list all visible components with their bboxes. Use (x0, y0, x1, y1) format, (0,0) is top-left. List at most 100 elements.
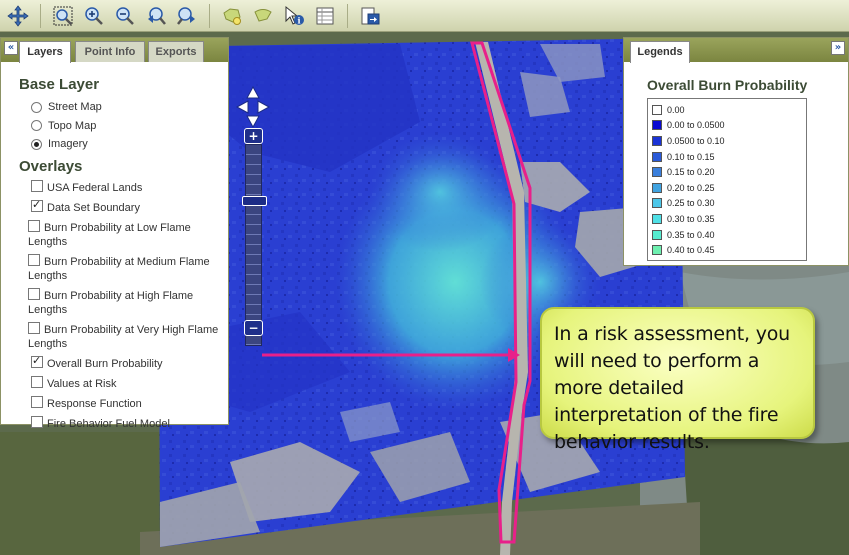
overlay-overall-burn-probability[interactable]: Overall Burn Probability (19, 354, 228, 371)
zoom-out-button[interactable]: − (244, 320, 263, 336)
radio-imagery[interactable] (31, 138, 42, 150)
pan-up-icon[interactable] (246, 86, 260, 100)
expand-panel-icon[interactable]: » (831, 41, 845, 55)
previous-extent-icon[interactable] (142, 3, 170, 29)
legend-label: 0.10 to 0.15 (667, 151, 715, 162)
zoom-out-icon[interactable] (111, 3, 139, 29)
tab-exports[interactable]: Exports (148, 41, 204, 62)
overlay-label: Burn Probability at Medium Flame Lengths (28, 255, 210, 282)
legend-item: 0.0500 to 0.10 (652, 133, 806, 149)
legend-label: 0.40 to 0.45 (667, 245, 715, 256)
overlay-checkbox[interactable] (28, 287, 40, 300)
tab-legends[interactable]: Legends (630, 41, 690, 63)
legend-label: 0.20 to 0.25 (667, 182, 715, 193)
zoom-in-icon[interactable] (80, 3, 108, 29)
legend-label: 0.25 to 0.30 (667, 198, 715, 209)
pan-down-icon[interactable] (246, 114, 260, 128)
legend-title: Overall Burn Probability (647, 77, 808, 93)
legend-swatch (652, 104, 662, 115)
overlay-burn-probability-medium[interactable]: Burn Probability at Medium Flame Lengths (19, 253, 228, 283)
overlay-label: USA Federal Lands (47, 181, 143, 194)
overlay-burn-probability-low[interactable]: Burn Probability at Low Flame Lengths (19, 219, 228, 249)
overlay-checkbox[interactable] (28, 321, 40, 334)
legend-swatch (652, 167, 662, 178)
overlay-usa-federal-lands[interactable]: USA Federal Lands (19, 179, 228, 195)
overlays-heading: Overlays (19, 157, 83, 175)
legend-swatch (652, 182, 662, 193)
legend-label: 0.30 to 0.35 (667, 213, 715, 224)
zoom-extent-icon[interactable] (49, 3, 77, 29)
draw-polygon-icon[interactable] (218, 3, 246, 29)
legend-item: 0.00 to 0.0500 (652, 118, 806, 134)
overlay-label: Burn Probability at High Flame Lengths (28, 289, 194, 316)
base-layer-street-map[interactable]: Street Map (19, 98, 228, 117)
legend-item: 0.15 to 0.20 (652, 164, 806, 180)
overlay-burn-probability-high[interactable]: Burn Probability at High Flame Lengths (19, 287, 228, 317)
overlay-values-at-risk[interactable]: Values at Risk (19, 375, 228, 391)
pan-left-icon[interactable] (236, 100, 250, 114)
legends-panel-tabbar: Legends » (624, 38, 848, 63)
overlay-checkbox[interactable] (28, 253, 40, 266)
overlay-burn-probability-very-high[interactable]: Burn Probability at Very High Flame Leng… (19, 321, 228, 351)
overlay-data-set-boundary[interactable]: Data Set Boundary (19, 198, 228, 215)
tab-point-info[interactable]: Point Info (75, 41, 145, 62)
layers-panel-tabbar: « Layers Point Info Exports (1, 38, 228, 63)
overlay-checkbox[interactable] (31, 198, 43, 212)
overlay-fire-behavior-fuel-model[interactable]: Fire Behavior Fuel Model (19, 415, 228, 431)
base-layer-imagery[interactable]: Imagery (19, 135, 228, 154)
zoom-slider-track[interactable] (245, 144, 262, 346)
legend-item: 0.00 (652, 102, 806, 118)
draw-shape-icon[interactable] (249, 3, 277, 29)
pan-right-icon[interactable] (256, 100, 270, 114)
overlay-checkbox[interactable] (31, 415, 43, 428)
legend-swatch (652, 135, 662, 146)
radio-topo-map[interactable] (31, 120, 42, 132)
collapse-panel-icon[interactable]: « (4, 41, 18, 55)
overlay-label: Burn Probability at Low Flame Lengths (28, 221, 191, 248)
legend-label: 0.00 (667, 104, 685, 115)
toolbar-separator (209, 3, 210, 28)
overlay-label: Data Set Boundary (47, 201, 140, 214)
legend-label: 0.00 to 0.0500 (667, 120, 725, 131)
overlay-label: Burn Probability at Very High Flame Leng… (28, 323, 219, 350)
legend-swatch (652, 120, 662, 131)
legend-swatch (652, 245, 662, 256)
svg-text:i: i (297, 15, 300, 25)
legend-item: 0.10 to 0.15 (652, 149, 806, 165)
export-icon[interactable] (356, 3, 384, 29)
radio-street-map[interactable] (31, 101, 42, 113)
toolbar-separator (40, 3, 41, 28)
overlay-response-function[interactable]: Response Function (19, 395, 228, 411)
callout-text: In a risk assessment, you will need to p… (554, 323, 791, 453)
legend-label: 0.35 to 0.40 (667, 229, 715, 240)
layers-panel: « Layers Point Info Exports Base Layer S… (0, 37, 229, 430)
legend-label: 0.15 to 0.20 (667, 167, 715, 178)
toolbar-separator (347, 3, 348, 28)
map-toolbar: i (0, 0, 849, 32)
overlay-label: Overall Burn Probability (47, 357, 163, 370)
overlay-checkbox[interactable] (31, 395, 43, 408)
legends-panel: Legends » Overall Burn Probability 0.00 0… (623, 37, 849, 266)
base-layer-topo-map[interactable]: Topo Map (19, 117, 228, 136)
legend-swatch (652, 213, 662, 224)
legend-label: 0.0500 to 0.10 (667, 135, 725, 146)
legend-swatch (652, 229, 662, 240)
overlay-checkbox[interactable] (28, 219, 40, 232)
table-icon[interactable] (311, 3, 339, 29)
legend-list: 0.00 0.00 to 0.0500 0.0500 to 0.10 0.10 to … (647, 98, 807, 261)
layers-panel-body: Base Layer Street Map Topo Map Imagery O… (1, 62, 228, 431)
next-extent-icon[interactable] (173, 3, 201, 29)
overlay-checkbox[interactable] (31, 354, 43, 368)
base-layer-heading: Base Layer (19, 76, 100, 93)
tab-layers[interactable]: Layers (19, 41, 71, 63)
identify-icon[interactable]: i (280, 3, 308, 29)
zoom-slider-handle[interactable] (242, 196, 267, 206)
overlay-label: Response Function (47, 397, 142, 410)
legend-item: 0.20 to 0.25 (652, 180, 806, 196)
pan-icon[interactable] (4, 3, 32, 29)
overlay-checkbox[interactable] (31, 375, 43, 388)
overlay-checkbox[interactable] (31, 179, 43, 192)
legend-item: 0.40 to 0.45 (652, 242, 806, 258)
legend-swatch (652, 198, 662, 209)
zoom-in-button[interactable]: + (244, 128, 263, 144)
